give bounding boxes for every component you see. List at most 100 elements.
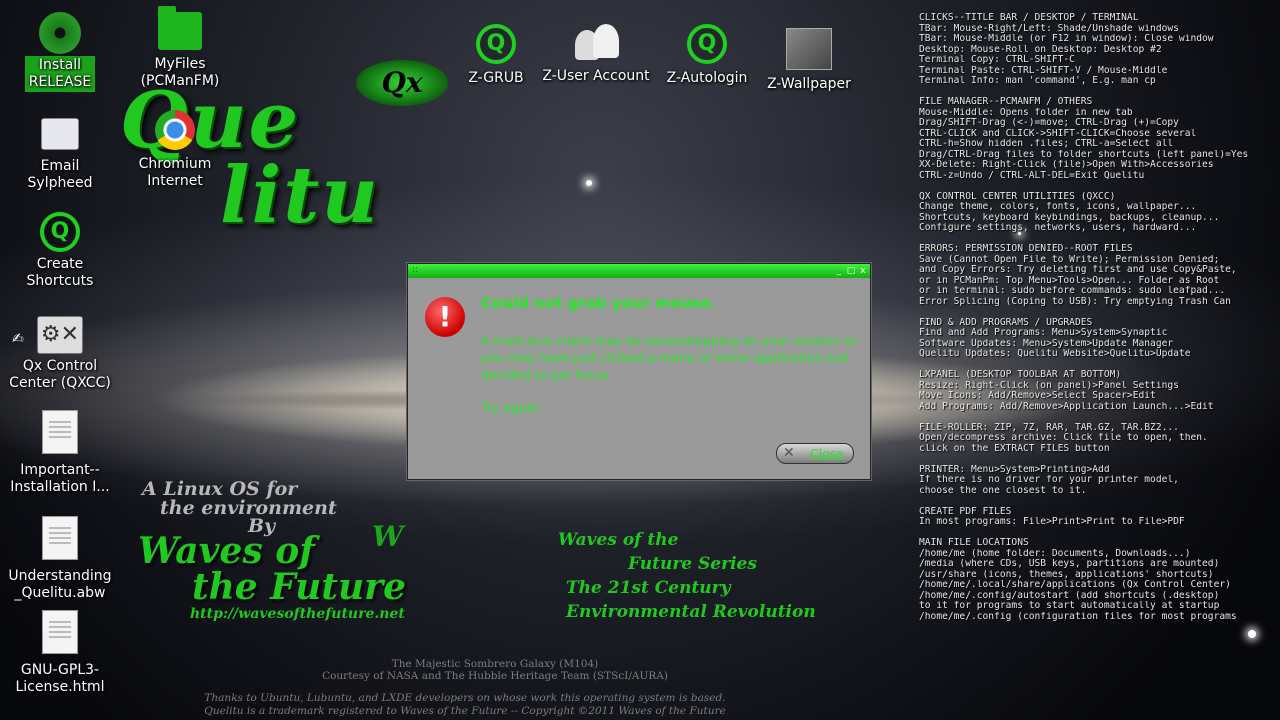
close-button-label: Close xyxy=(809,446,844,461)
wallpaper-icon xyxy=(786,28,832,70)
error-icon: ! xyxy=(425,297,465,337)
help-line: Mouse-Middle: Opens folder in new tab xyxy=(919,107,1133,118)
help-line: CTRL-CLICK and CLICK->SHIFT-CLICK=Choose… xyxy=(919,128,1197,139)
help-line: Change theme, colors, fonts, icons, wall… xyxy=(919,202,1197,212)
wallpaper-credit-4: Quelitu is a trademark registered to Wav… xyxy=(204,705,726,717)
users-icon xyxy=(573,22,619,62)
chromium-internet-icon[interactable]: Chromium Internet xyxy=(120,110,230,190)
myfiles-icon[interactable]: MyFiles (PCManFM) xyxy=(125,6,235,90)
wallpaper-credit-2: Courtesy of NASA and The Hubble Heritage… xyxy=(322,670,668,682)
help-line: Terminal Copy: CTRL-SHIFT-C xyxy=(919,55,1075,65)
help-line: Software Updates: Menu>System>Update Man… xyxy=(919,338,1174,349)
help-line: TBar: Mouse-Middle (or F12 in window): C… xyxy=(919,34,1214,44)
maximize-icon[interactable]: □ xyxy=(846,266,856,276)
desktop-icon-label: Qx Control Center (QXCC) xyxy=(9,358,111,391)
help-line: Terminal Info: man 'command', E.g. man c… xyxy=(919,76,1156,86)
install-release-icon[interactable]: Install RELEASE xyxy=(5,12,115,92)
help-section: FILE-ROLLER: ZIP, 7Z, RAR, TAR.GZ, TAR.B… xyxy=(919,423,1279,455)
email-sylpheed-icon[interactable]: Email Sylpheed xyxy=(5,118,115,192)
wallpaper-series-2: Future Series xyxy=(628,554,757,574)
create-shortcuts-icon[interactable]: Q Create Shortcuts xyxy=(5,212,115,290)
dialog-titlebar[interactable]: :: _ □ x xyxy=(408,264,870,278)
help-section-heading: ERRORS: PERMISSION DENIED--ROOT FILES xyxy=(919,244,1133,254)
help-line: CTRL-h=Show hidden .files; CTRL-a=Select… xyxy=(919,139,1174,149)
dialog-title: Could not grab your mouse. xyxy=(481,294,717,312)
help-line: Find and Add Programs: Menu>System>Synap… xyxy=(919,328,1168,338)
help-section: FILE MANAGER--PCMANFM / OTHERS Mouse-Midd… xyxy=(919,97,1279,181)
help-section-heading: QX CONTROL CENTER UTILITIES (QXCC) xyxy=(919,191,1116,202)
help-line: Error Splicing (Coping to USB): Try empt… xyxy=(919,296,1231,307)
wallpaper-credit-1: The Majestic Sombrero Galaxy (M104) xyxy=(391,658,599,670)
help-line: Configure settings, networks, users, har… xyxy=(919,223,1197,233)
wallpaper-w-logo: W xyxy=(372,520,404,553)
help-line: /media (where CDs, USB keys, partitions … xyxy=(919,559,1220,569)
help-section: QX CONTROL CENTER UTILITIES (QXCC) Change… xyxy=(919,192,1279,234)
help-section: FIND & ADD PROGRAMS / UPGRADES Find and A… xyxy=(919,318,1279,360)
help-section: MAIN FILE LOCATIONS/home/me (home folder… xyxy=(919,538,1279,622)
desktop-icon-label: Important-- Installation I... xyxy=(10,462,110,495)
help-line: Open/decompress archive: Click file to o… xyxy=(919,433,1208,443)
help-line: Resize: Right-Click (on panel)>Panel Set… xyxy=(919,380,1179,391)
logo-litu: litu xyxy=(220,150,381,241)
close-x-icon: ✕ xyxy=(783,445,795,461)
understanding-quelitu-file-icon[interactable]: Understanding _Quelitu.abw xyxy=(5,516,115,602)
gnu-gpl3-license-icon[interactable]: GNU-GPL3- License.html xyxy=(5,610,115,696)
desktop-icon-label: Z-Wallpaper xyxy=(767,76,851,92)
wallpaper-series-1: Waves of the xyxy=(558,530,679,550)
help-line: /home/me (home folder: Documents, Downlo… xyxy=(919,548,1191,559)
q-logo-icon: Q xyxy=(687,24,727,64)
help-line: In most programs: File>Print>Print to Fi… xyxy=(919,517,1185,527)
help-line: and Copy Errors: Try deleting first and … xyxy=(919,265,1237,275)
help-line: If there is no driver for your printer m… xyxy=(919,475,1179,485)
help-line: Save (Cannot Open File to Write); Permis… xyxy=(919,254,1220,265)
chromium-icon xyxy=(155,110,195,150)
qx-control-center-icon[interactable]: ⚙✕ Qx Control Center (QXCC) xyxy=(5,316,115,392)
help-line: click on the EXTRACT FILES button xyxy=(919,443,1110,454)
help-line: /usr/share (icons, themes, applications'… xyxy=(919,569,1214,580)
help-line: Terminal Paste: CTRL-SHIFT-V / Mouse-Mid… xyxy=(919,65,1168,76)
z-autologin-icon[interactable]: Q Z-Autologin xyxy=(652,24,762,87)
close-button[interactable]: ✕ Close xyxy=(776,443,854,464)
important-installation-file-icon[interactable]: Important-- Installation I... xyxy=(5,410,115,496)
help-line: Desktop: Mouse-Roll on Desktop: Desktop … xyxy=(919,44,1162,55)
desktop-help-text: CLICKS--TITLE BAR / DESKTOP / TERMINAL TB… xyxy=(919,13,1279,633)
help-line: to it for programs to start automaticall… xyxy=(919,601,1220,611)
help-line: Drag/SHIFT-Drag (<-)=move; CTRL-Drag (+)… xyxy=(919,118,1179,128)
wallpaper-series-4: Environmental Revolution xyxy=(566,602,816,622)
titlebar-grip-icon: :: xyxy=(412,265,419,275)
desktop-icon-label: Email Sylpheed xyxy=(27,158,93,191)
q-logo-icon: Q xyxy=(476,24,516,64)
desktop-icon-label: Z-Autologin xyxy=(666,70,748,86)
help-line: CTRL-z=Undo / CTRL-ALT-DEL=Exit Quelitu xyxy=(919,170,1145,181)
disc-icon xyxy=(39,12,81,54)
z-grub-icon[interactable]: Q Z-GRUB xyxy=(441,24,551,87)
desktop-icon-label: MyFiles (PCManFM) xyxy=(140,56,220,89)
tools-icon: ⚙✕ xyxy=(37,316,83,354)
help-section: CREATE PDF FILES In most programs: File>P… xyxy=(919,507,1279,528)
help-line: or in terminal: sudo before commands: su… xyxy=(919,286,1226,296)
desktop-icon-label: Z-GRUB xyxy=(468,70,524,86)
close-icon[interactable]: x xyxy=(858,266,868,276)
help-section: LXPANEL (DESKTOP TOOLBAR AT BOTTOM) Resiz… xyxy=(919,370,1279,412)
help-line: /home/me/.config/autostart (add shortcut… xyxy=(919,590,1220,601)
minimize-icon[interactable]: _ xyxy=(834,266,844,276)
desktop-icon-label: Understanding _Quelitu.abw xyxy=(8,568,112,601)
help-section-heading: PRINTER: Menu>System>Printing>Add xyxy=(919,464,1110,475)
wallpaper-url: http://wavesofthefuture.net xyxy=(190,606,405,622)
help-section: CLICKS--TITLE BAR / DESKTOP / TERMINAL TB… xyxy=(919,13,1279,87)
help-line: Quelitu Updates: Quelitu Website>Quelitu… xyxy=(919,349,1191,359)
star xyxy=(586,180,592,186)
help-section-heading: FILE-ROLLER: ZIP, 7Z, RAR, TAR.GZ, TAR.B… xyxy=(919,422,1179,433)
help-line: Add Programs: Add/Remove>Application Lau… xyxy=(919,401,1214,412)
document-icon xyxy=(42,410,78,454)
help-line: Shortcuts, keyboard keybindings, backups… xyxy=(919,212,1220,223)
help-line: Drag/CTRL-Drag files to folder shortcuts… xyxy=(919,149,1249,160)
q-logo-icon: Q xyxy=(40,212,80,252)
help-section-heading: MAIN FILE LOCATIONS xyxy=(919,538,1029,548)
help-line: /home/me/.local/share/applications (Qx C… xyxy=(919,580,1231,590)
z-wallpaper-icon[interactable]: Z-Wallpaper xyxy=(754,28,864,93)
help-line: choose the one closest to it. xyxy=(919,485,1087,496)
z-user-account-icon[interactable]: Z-User Account xyxy=(540,22,652,85)
folder-icon xyxy=(158,6,202,50)
desktop-icon-label: Z-User Account xyxy=(542,68,650,84)
